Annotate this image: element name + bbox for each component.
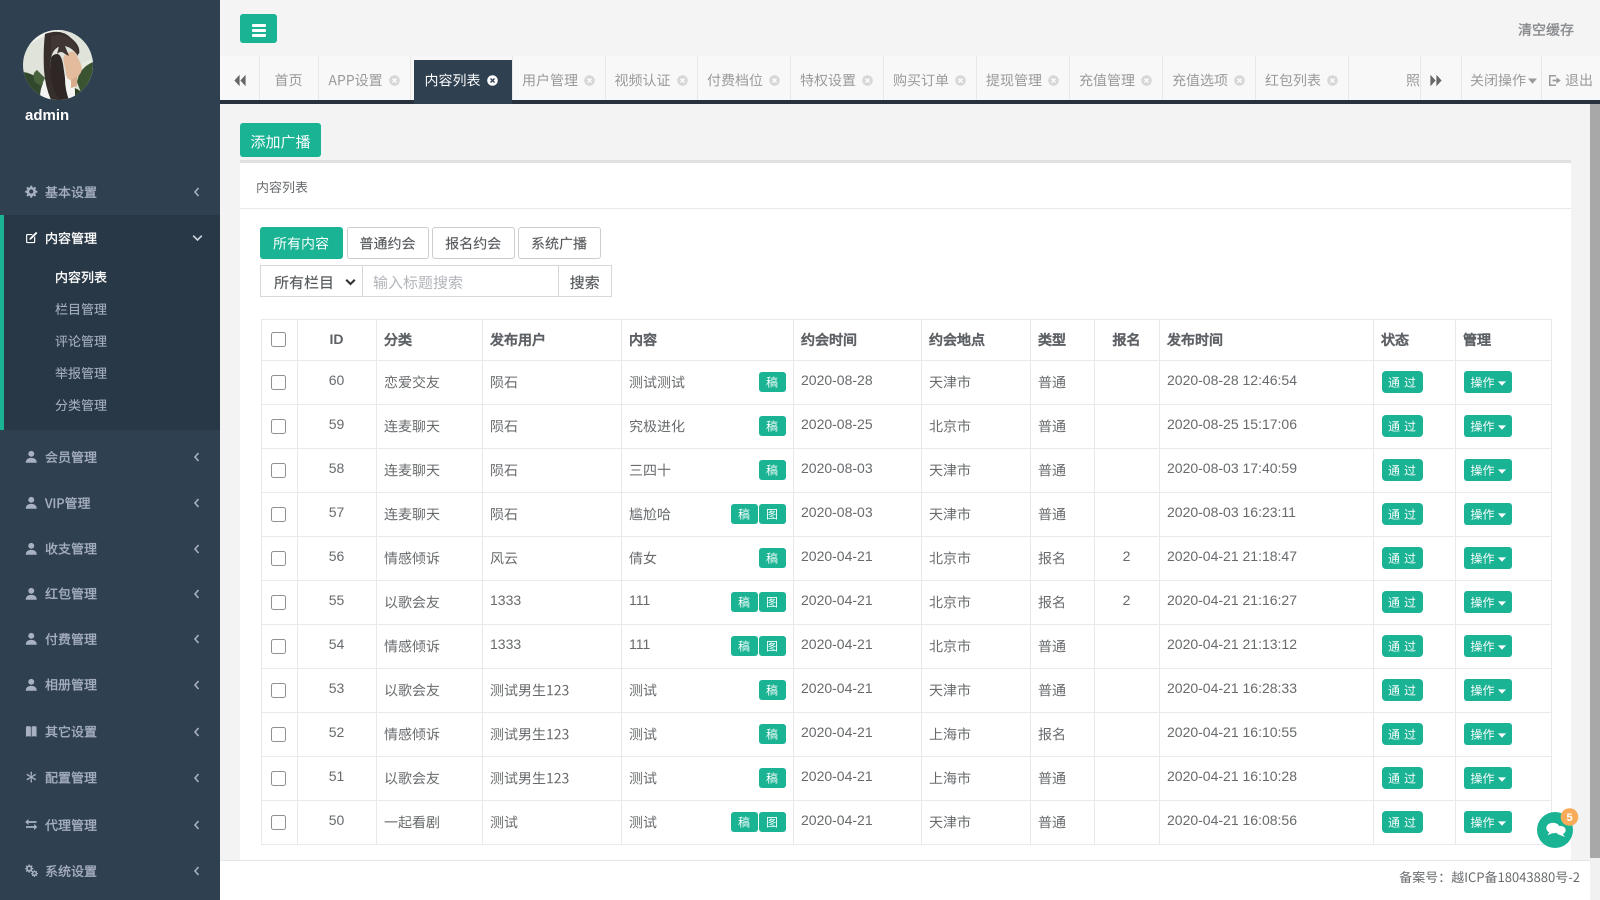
svg-text:5: 5 [1566, 812, 1572, 824]
